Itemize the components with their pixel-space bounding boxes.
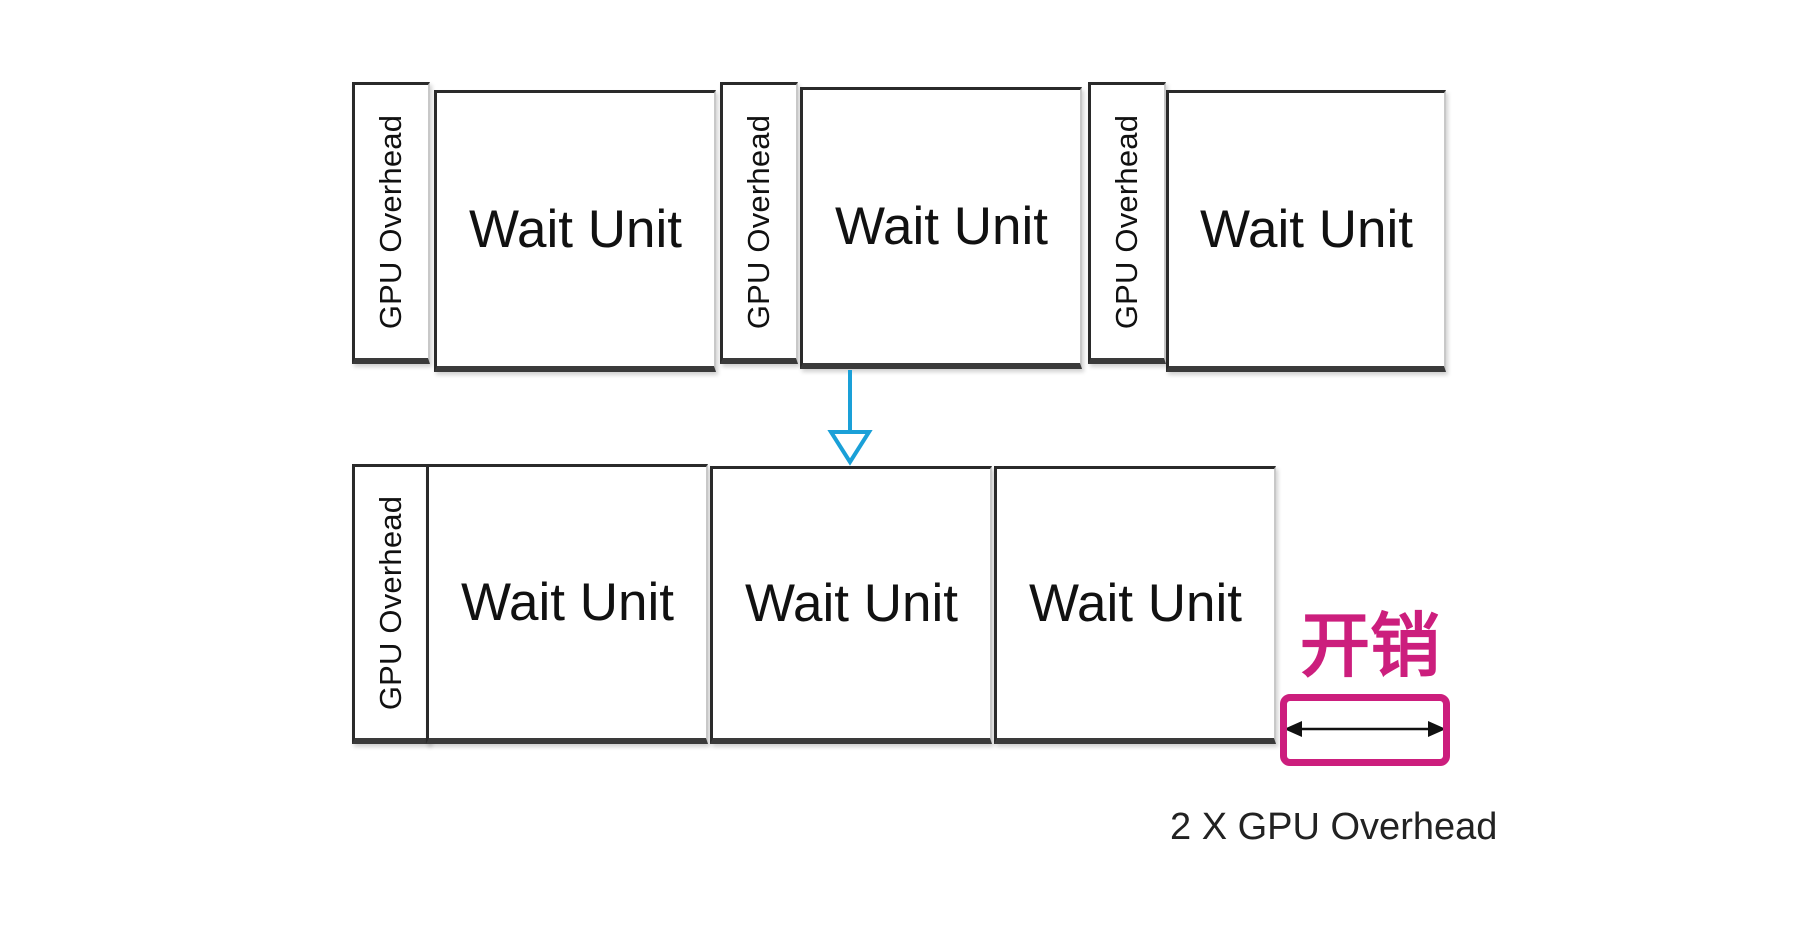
- cost-highlight-box: [1280, 694, 1450, 766]
- cost-label: 开销: [1300, 605, 1440, 687]
- arrows-layer: [827, 370, 1446, 737]
- diagram-canvas: GPU Overhead Wait Unit GPU Overhead Wait…: [0, 0, 1812, 952]
- cost-caption: 2 X GPU Overhead: [1170, 806, 1498, 848]
- transition-arrow-head: [827, 430, 873, 466]
